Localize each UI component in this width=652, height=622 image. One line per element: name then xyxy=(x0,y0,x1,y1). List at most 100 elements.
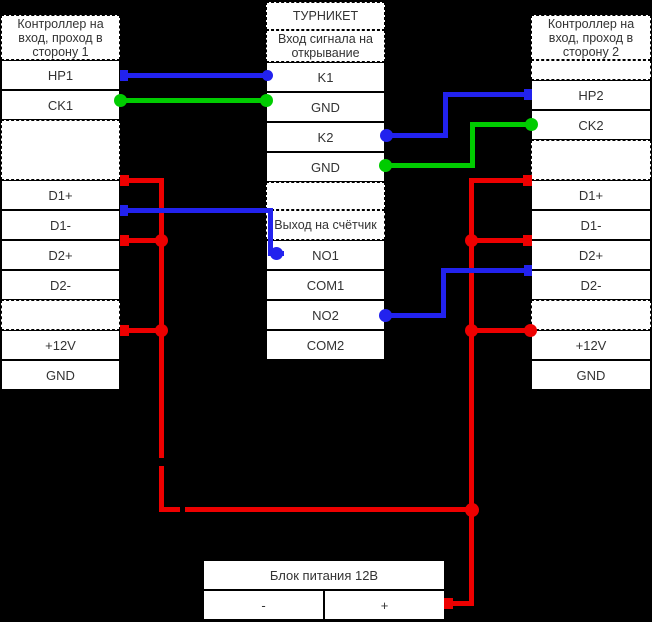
wire-cap-psu-positive xyxy=(444,598,453,609)
turnstile-spacer xyxy=(266,182,385,210)
power-supply-terminal-positive[interactable]: + xyxy=(324,590,445,620)
wire-cap-left-d2plus xyxy=(120,235,129,246)
controller-side-2-block: Контроллер на вход, проход в сторону 2 H… xyxy=(531,15,651,390)
turnstile-terminal-com1[interactable]: COM1 xyxy=(266,270,385,300)
terminal2-label-hp2: HP2 xyxy=(578,87,604,103)
wire-cap-left-12v xyxy=(120,325,129,336)
wire-dot-gnd1 xyxy=(260,94,273,107)
wire-gnd2-segment-h1 xyxy=(385,163,475,168)
wire-left-vertical-bus xyxy=(159,178,164,458)
wire-dot-k2 xyxy=(380,129,393,142)
terminal-label-hp1: HP1 xyxy=(47,67,74,83)
terminal-label-d1plus: D1+ xyxy=(48,187,73,203)
terminal-label-d2minus: D2- xyxy=(50,277,71,293)
wire-junction-right-d2plus xyxy=(465,234,478,247)
wire-dot-no1 xyxy=(270,247,283,260)
wire-junction-right-12v xyxy=(465,324,478,337)
terminal-row-d1minus[interactable]: D1- xyxy=(1,210,120,240)
wire-dot-k1 xyxy=(262,70,273,81)
terminal-label-gnd: GND xyxy=(46,367,75,383)
turnstile-label-no2: NO2 xyxy=(312,307,339,323)
wire-junction-left-d2plus xyxy=(155,234,168,247)
terminal2-row-hp2[interactable]: HP2 xyxy=(531,80,651,110)
wire-bottom-h-main xyxy=(185,507,473,512)
terminal2-row-spacer-2 xyxy=(531,300,651,330)
wire-cap-hp2 xyxy=(524,89,532,100)
turnstile-label-gnd2: GND xyxy=(311,159,340,175)
turnstile-terminal-k1[interactable]: K1 xyxy=(266,62,385,92)
terminal2-label-gnd: GND xyxy=(576,367,606,383)
wire-gnd2-segment-v xyxy=(470,122,475,168)
terminal2-row-d1plus[interactable]: D1+ xyxy=(531,180,651,210)
power-supply-negative-label: - xyxy=(261,597,266,613)
terminal2-row-12v[interactable]: +12V xyxy=(531,330,651,360)
wire-gnd2-segment-h2 xyxy=(470,122,531,127)
terminal-row-hp1[interactable]: HP1 xyxy=(1,60,120,90)
turnstile-title-label: ТУРНИКЕТ xyxy=(292,9,359,23)
wire-dot-gnd2 xyxy=(379,159,392,172)
wire-cap-right-d2plus xyxy=(523,235,532,246)
turnstile-title: ТУРНИКЕТ xyxy=(266,2,385,30)
turnstile-section-counter: Выход на счётчик xyxy=(266,210,385,240)
turnstile-section-open: Вход сигнала на открывание xyxy=(266,30,385,62)
terminal2-label-12v: +12V xyxy=(575,337,607,353)
wire-no2-segment-v xyxy=(441,268,446,318)
turnstile-label-no1: NO1 xyxy=(312,247,339,263)
wire-left-vertical-bus-lower xyxy=(159,466,164,512)
terminal-row-spacer-1 xyxy=(1,120,120,180)
turnstile-section-open-label: Вход сигнала на открывание xyxy=(278,32,373,60)
terminal-row-d2plus[interactable]: D2+ xyxy=(1,240,120,270)
terminal2-row-ck2[interactable]: CK2 xyxy=(531,110,651,140)
controller-side-1-header-label: Контроллер на вход, проход в сторону 1 xyxy=(17,16,104,59)
turnstile-terminal-k2[interactable]: K2 xyxy=(266,122,385,152)
turnstile-terminal-gnd2[interactable]: GND xyxy=(266,152,385,182)
wire-no2-segment-h2 xyxy=(441,268,531,273)
wire-dot-ck1 xyxy=(114,94,127,107)
terminal2-row-spacer-1 xyxy=(531,140,651,180)
terminal2-label-d1minus: D1- xyxy=(580,217,602,233)
terminal-label-ck1: CK1 xyxy=(47,97,74,113)
terminal2-row-gnd[interactable]: GND xyxy=(531,360,651,390)
turnstile-label-com1: COM1 xyxy=(306,277,345,293)
terminal2-row-d1minus[interactable]: D1- xyxy=(531,210,651,240)
controller-side-1-block: Контроллер на вход, проход в сторону 1 H… xyxy=(1,15,120,390)
terminal-label-d1minus: D1- xyxy=(50,217,71,233)
wire-right-d2plus-h xyxy=(470,238,531,243)
controller-side-1-header: Контроллер на вход, проход в сторону 1 xyxy=(1,15,120,60)
turnstile-terminal-no2[interactable]: NO2 xyxy=(266,300,385,330)
turnstile-terminal-com2[interactable]: COM2 xyxy=(266,330,385,360)
terminal2-row-d2minus[interactable]: D2- xyxy=(531,270,651,300)
power-supply-terminal-negative[interactable]: - xyxy=(203,590,324,620)
wire-no2-segment-h1 xyxy=(385,313,445,318)
terminal-label-12v: +12V xyxy=(45,337,76,353)
terminal2-label-ck2: CK2 xyxy=(578,117,604,133)
wire-k2-segment-v xyxy=(443,92,448,138)
terminal-row-d1plus[interactable]: D1+ xyxy=(1,180,120,210)
wire-dot-no2 xyxy=(379,309,392,322)
power-supply-title: Блок питания 12В xyxy=(203,560,445,590)
wire-right-d1plus-h xyxy=(470,178,531,183)
turnstile-label-k1: K1 xyxy=(317,69,334,85)
turnstile-label-gnd1: GND xyxy=(311,99,340,115)
wire-junction-left-12v xyxy=(155,324,168,337)
wire-dot-right-12v-terminal xyxy=(524,324,537,337)
wire-ck1-to-gnd1 xyxy=(120,98,270,103)
turnstile-section-counter-label: Выход на счётчик xyxy=(274,218,377,232)
terminal-row-12v[interactable]: +12V xyxy=(1,330,120,360)
turnstile-label-k2: K2 xyxy=(317,129,334,145)
terminal2-row-spacer-0 xyxy=(531,60,651,80)
wire-k2-segment-h1 xyxy=(385,133,447,138)
turnstile-terminal-gnd1[interactable]: GND xyxy=(266,92,385,122)
terminal-row-spacer-2 xyxy=(1,300,120,330)
wire-k2-segment-h2 xyxy=(443,92,531,97)
wire-d1minus-segment-h1 xyxy=(120,208,272,213)
terminal-row-d2minus[interactable]: D2- xyxy=(1,270,120,300)
terminal2-label-d2plus: D2+ xyxy=(578,247,604,263)
wire-cap-right-d2minus xyxy=(524,265,532,276)
terminal2-row-d2plus[interactable]: D2+ xyxy=(531,240,651,270)
terminal-row-ck1[interactable]: CK1 xyxy=(1,90,120,120)
turnstile-label-com2: COM2 xyxy=(306,337,345,353)
power-supply-positive-label: + xyxy=(380,597,389,613)
power-supply-title-label: Блок питания 12В xyxy=(269,567,379,583)
terminal-row-gnd[interactable]: GND xyxy=(1,360,120,390)
